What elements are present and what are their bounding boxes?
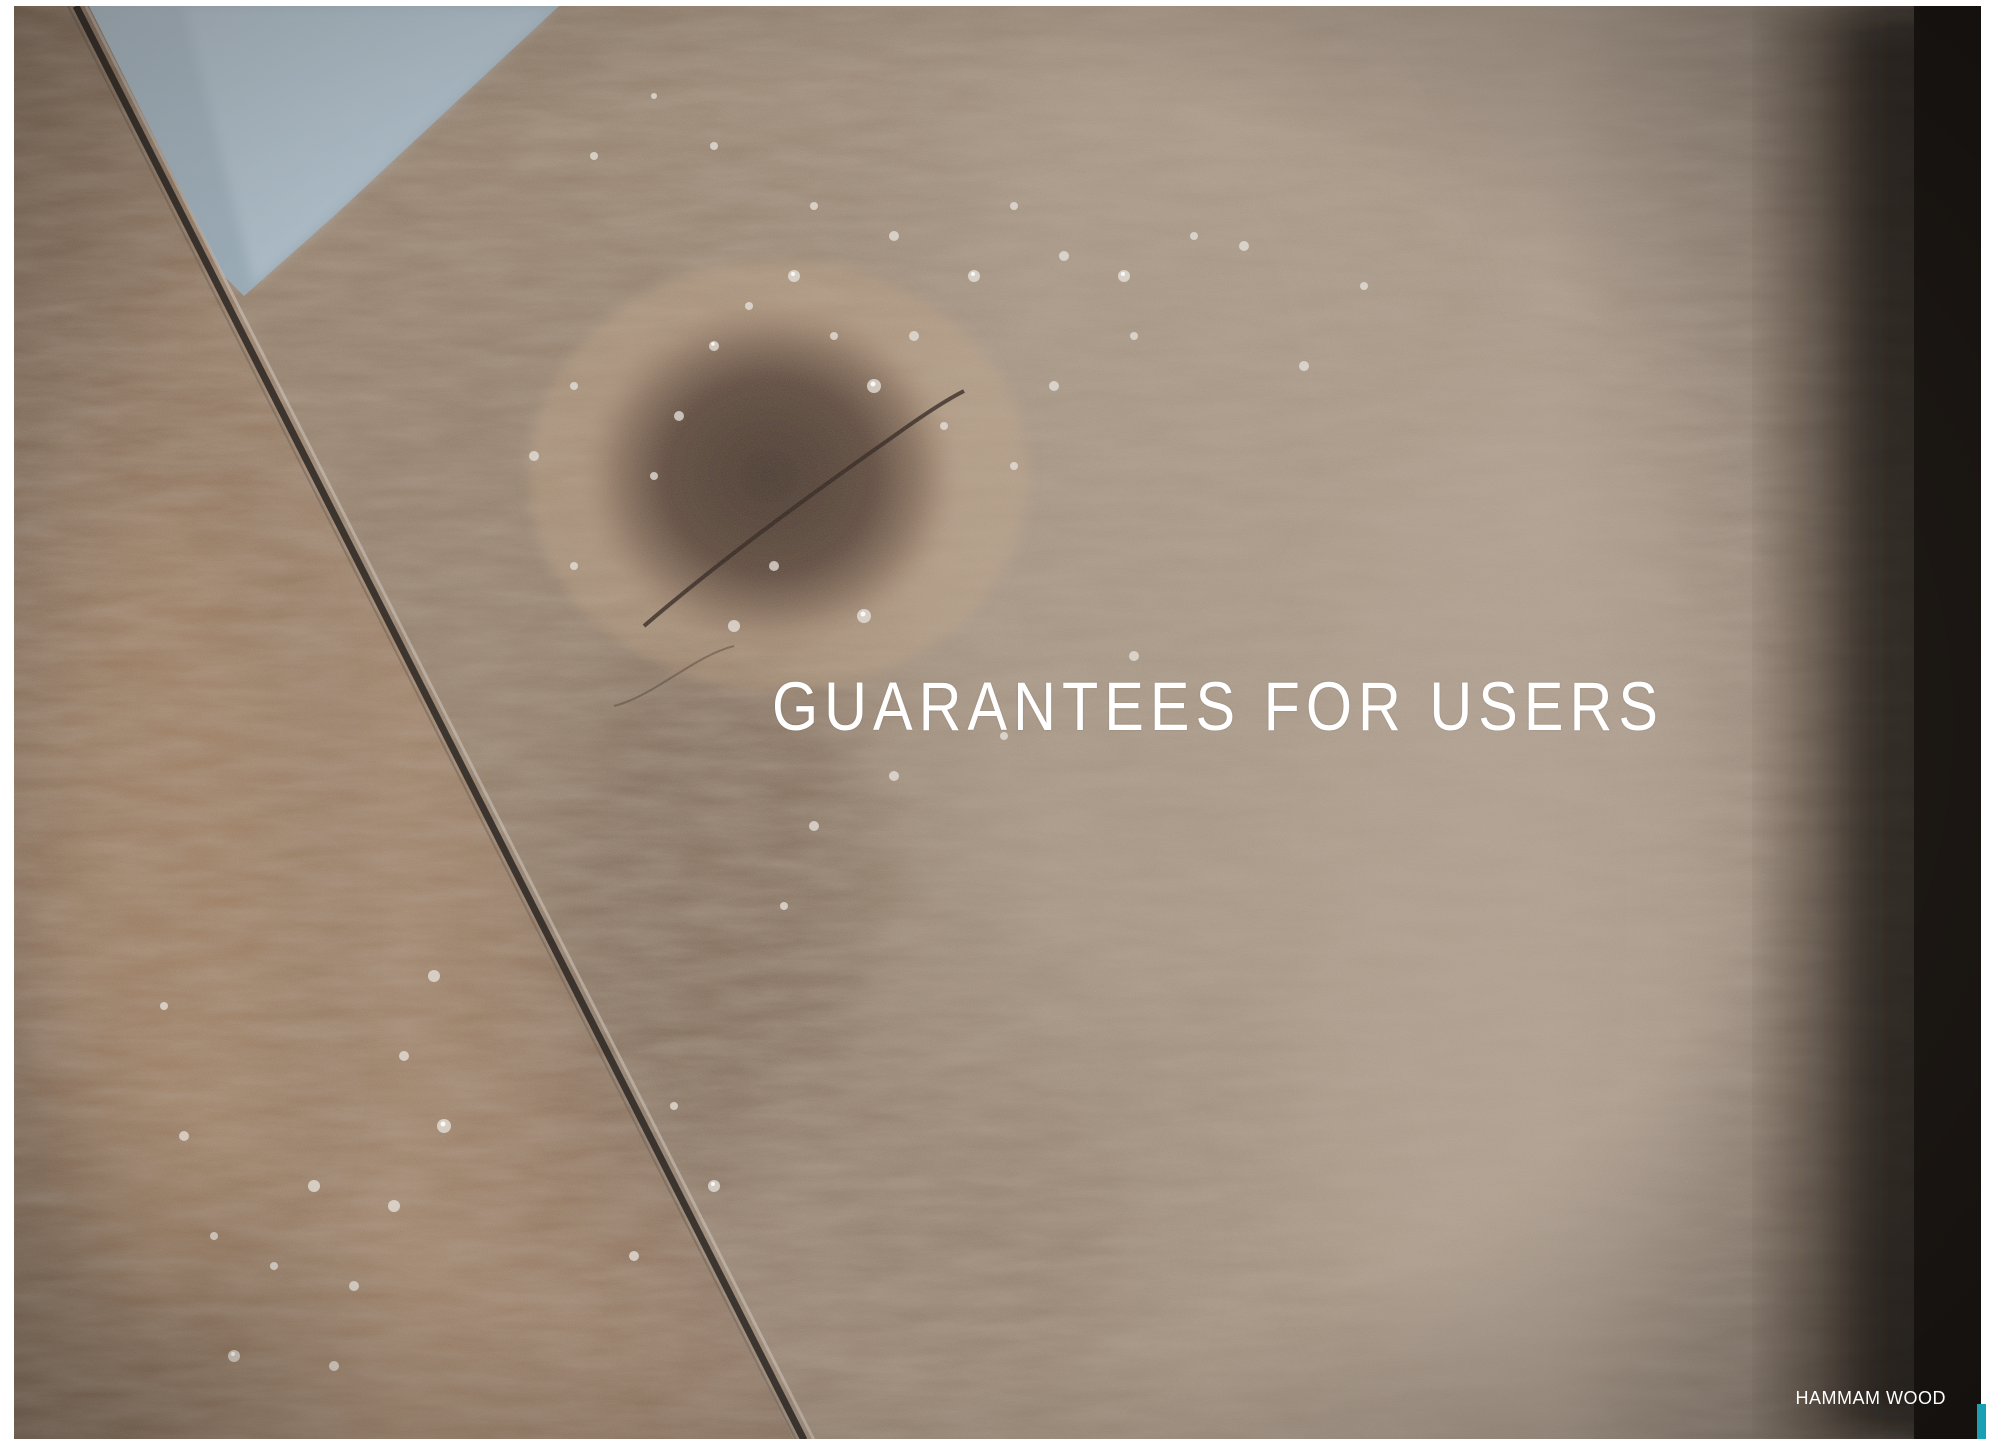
page-headline: GUARANTEES FOR USERS [772, 668, 1664, 745]
page: GUARANTEES FOR USERS HAMMAM WOOD [0, 0, 1989, 1439]
accent-tab [1977, 1404, 1986, 1439]
photo-caption: HAMMAM WOOD [1795, 1388, 1946, 1408]
